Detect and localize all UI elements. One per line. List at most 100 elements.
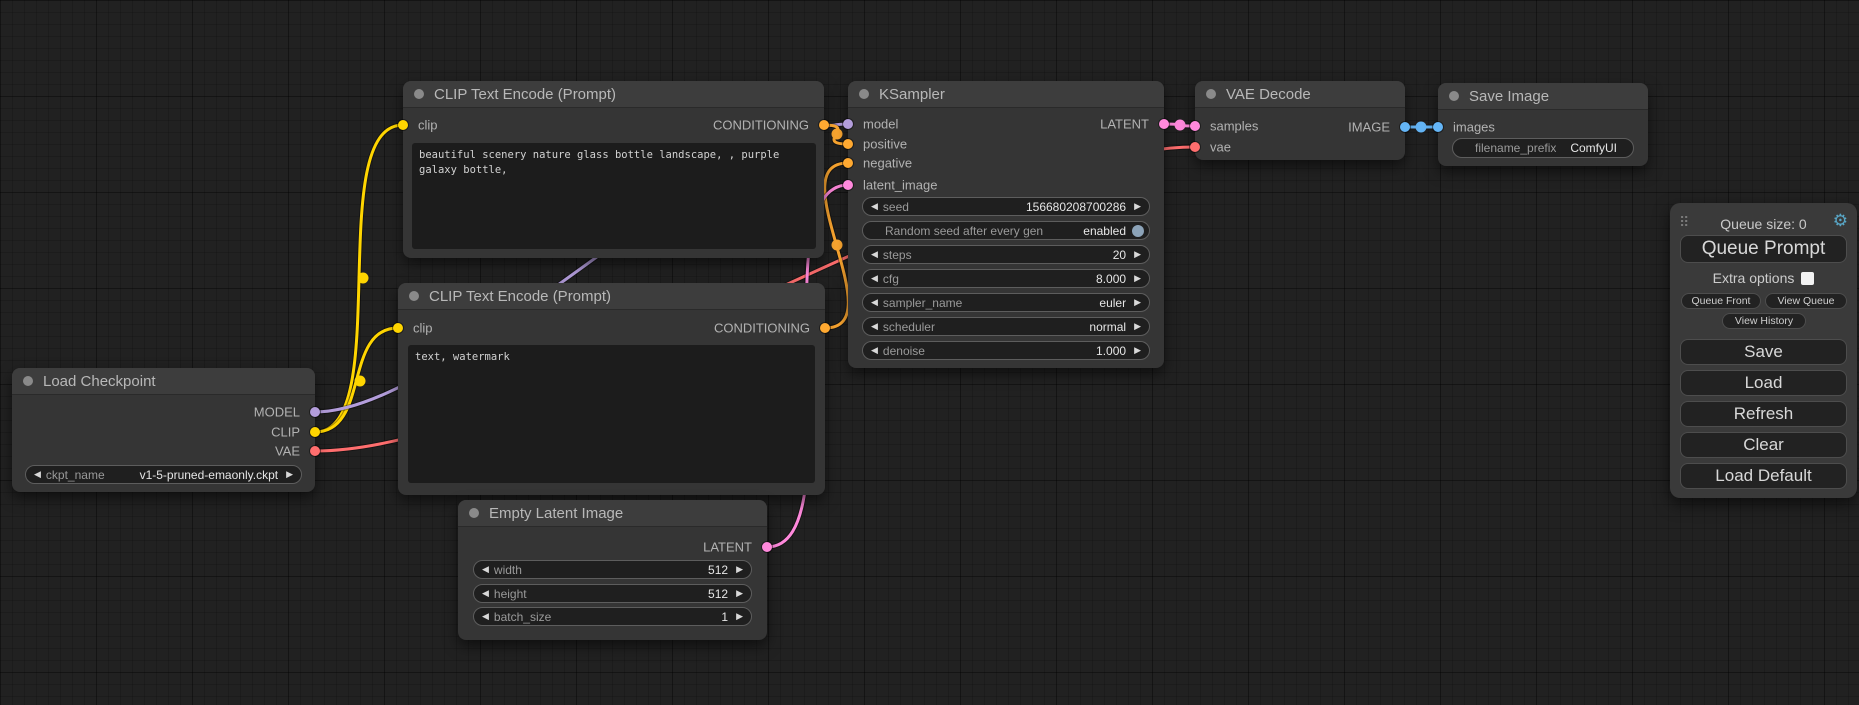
prev-value-arrow-icon[interactable]: ◀ [482,589,489,598]
prev-value-arrow-icon[interactable]: ◀ [871,322,878,331]
negative-prompt-textarea[interactable]: text, watermark [408,345,815,483]
next-value-arrow-icon[interactable]: ▶ [1134,250,1141,259]
node-clip-text-encode-positive[interactable]: CLIP Text Encode (Prompt) clip CONDITION… [403,81,824,258]
negative-input-port[interactable] [843,158,853,168]
link-midpoint-dot[interactable] [358,273,369,284]
vae-input-port[interactable] [1190,142,1200,152]
latent-output-port[interactable] [762,542,772,552]
node-title-bar[interactable]: CLIP Text Encode (Prompt) [403,81,824,108]
comfyui-canvas[interactable]: { "colors": { "model": "#B39DDB", "clip"… [0,0,1859,705]
steps-widget[interactable]: ◀ steps 20 ▶ [862,245,1150,264]
node-title: CLIP Text Encode (Prompt) [434,86,616,103]
collapse-dot-icon[interactable] [409,291,419,301]
view-queue-button[interactable]: View Queue [1765,293,1847,309]
input-label-images: images [1453,120,1495,135]
collapse-dot-icon[interactable] [1449,91,1459,101]
settings-gear-icon[interactable]: ⚙ [1833,212,1848,229]
output-label-image: IMAGE [1348,120,1390,135]
model-output-port[interactable] [310,407,320,417]
widget-label: batch_size [494,610,551,624]
queue-panel: ⠿ Queue size: 0 ⚙ Queue Prompt Extra opt… [1670,203,1857,498]
node-title-bar[interactable]: Save Image [1438,83,1648,110]
node-title-bar[interactable]: CLIP Text Encode (Prompt) [398,283,825,310]
node-title-bar[interactable]: Load Checkpoint [12,368,315,395]
next-value-arrow-icon[interactable]: ▶ [1134,202,1141,211]
clear-button[interactable]: Clear [1680,432,1847,458]
link-midpoint-dot[interactable] [355,376,366,387]
filename-prefix-widget[interactable]: filename_prefix ComfyUI [1452,138,1634,158]
prev-value-arrow-icon[interactable]: ◀ [34,470,41,479]
node-save-image[interactable]: Save Image images filename_prefix ComfyU… [1438,83,1648,166]
queue-prompt-button[interactable]: Queue Prompt [1680,235,1847,263]
height-widget[interactable]: ◀ height 512 ▶ [473,584,752,603]
random-seed-widget[interactable]: Random seed after every gen enabled [862,221,1150,240]
next-value-arrow-icon[interactable]: ▶ [736,565,743,574]
enabled-toggle-icon[interactable] [1132,225,1144,237]
load-default-button[interactable]: Load Default [1680,463,1847,489]
collapse-dot-icon[interactable] [23,376,33,386]
collapse-dot-icon[interactable] [859,89,869,99]
denoise-widget[interactable]: ◀ denoise 1.000 ▶ [862,341,1150,360]
node-load-checkpoint[interactable]: Load Checkpoint MODEL CLIP VAE ◀ ckpt_na… [12,368,315,492]
image-output-port[interactable] [1400,122,1410,132]
seed-widget[interactable]: ◀ seed 156680208700286 ▶ [862,197,1150,216]
batch-size-widget[interactable]: ◀ batch_size 1 ▶ [473,607,752,626]
prev-value-arrow-icon[interactable]: ◀ [871,250,878,259]
queue-size-label: Queue size: 0 [1670,216,1857,232]
next-value-arrow-icon[interactable]: ▶ [736,612,743,621]
next-value-arrow-icon[interactable]: ▶ [1134,298,1141,307]
prev-value-arrow-icon[interactable]: ◀ [871,346,878,355]
collapse-dot-icon[interactable] [1206,89,1216,99]
collapse-dot-icon[interactable] [414,89,424,99]
prev-value-arrow-icon[interactable]: ◀ [482,565,489,574]
positive-input-port[interactable] [843,139,853,149]
positive-prompt-textarea[interactable]: beautiful scenery nature glass bottle la… [412,143,816,249]
ckpt-name-widget[interactable]: ◀ ckpt_name v1-5-pruned-emaonly.ckpt ▶ [25,465,302,484]
next-value-arrow-icon[interactable]: ▶ [1134,274,1141,283]
latent-output-port[interactable] [1159,119,1169,129]
prev-value-arrow-icon[interactable]: ◀ [482,612,489,621]
node-ksampler[interactable]: KSampler model positive negative latent_… [848,81,1164,368]
conditioning-output-port[interactable] [820,323,830,333]
input-label-model: model [863,117,898,132]
widget-label: width [494,563,522,577]
refresh-button[interactable]: Refresh [1680,401,1847,427]
scheduler-widget[interactable]: ◀ scheduler normal ▶ [862,317,1150,336]
clip-output-port[interactable] [310,427,320,437]
node-empty-latent-image[interactable]: Empty Latent Image LATENT ◀ width 512 ▶ … [458,500,767,640]
node-title-bar[interactable]: Empty Latent Image [458,500,767,527]
input-label-positive: positive [863,137,907,152]
load-button[interactable]: Load [1680,370,1847,396]
conditioning-output-port[interactable] [819,120,829,130]
prev-value-arrow-icon[interactable]: ◀ [871,274,878,283]
node-clip-text-encode-negative[interactable]: CLIP Text Encode (Prompt) clip CONDITION… [398,283,825,495]
node-title-bar[interactable]: VAE Decode [1195,81,1405,108]
cfg-widget[interactable]: ◀ cfg 8.000 ▶ [862,269,1150,288]
next-value-arrow-icon[interactable]: ▶ [736,589,743,598]
node-vae-decode[interactable]: VAE Decode samples vae IMAGE [1195,81,1405,160]
link-midpoint-dot[interactable] [1175,120,1186,131]
latent-image-input-port[interactable] [843,180,853,190]
prev-value-arrow-icon[interactable]: ◀ [871,202,878,211]
clip-input-port[interactable] [393,323,403,333]
view-history-button[interactable]: View History [1722,313,1806,329]
queue-front-button[interactable]: Queue Front [1681,293,1761,309]
next-value-arrow-icon[interactable]: ▶ [1134,322,1141,331]
link-midpoint-dot[interactable] [832,240,843,251]
save-button[interactable]: Save [1680,339,1847,365]
link-midpoint-dot[interactable] [832,129,843,140]
images-input-port[interactable] [1433,122,1443,132]
link-midpoint-dot[interactable] [1416,122,1427,133]
sampler-name-widget[interactable]: ◀ sampler_name euler ▶ [862,293,1150,312]
collapse-dot-icon[interactable] [469,508,479,518]
next-value-arrow-icon[interactable]: ▶ [286,470,293,479]
width-widget[interactable]: ◀ width 512 ▶ [473,560,752,579]
prev-value-arrow-icon[interactable]: ◀ [871,298,878,307]
next-value-arrow-icon[interactable]: ▶ [1134,346,1141,355]
clip-input-port[interactable] [398,120,408,130]
model-input-port[interactable] [843,119,853,129]
samples-input-port[interactable] [1190,121,1200,131]
node-title-bar[interactable]: KSampler [848,81,1164,108]
vae-output-port[interactable] [310,446,320,456]
extra-options-checkbox[interactable] [1801,272,1814,285]
